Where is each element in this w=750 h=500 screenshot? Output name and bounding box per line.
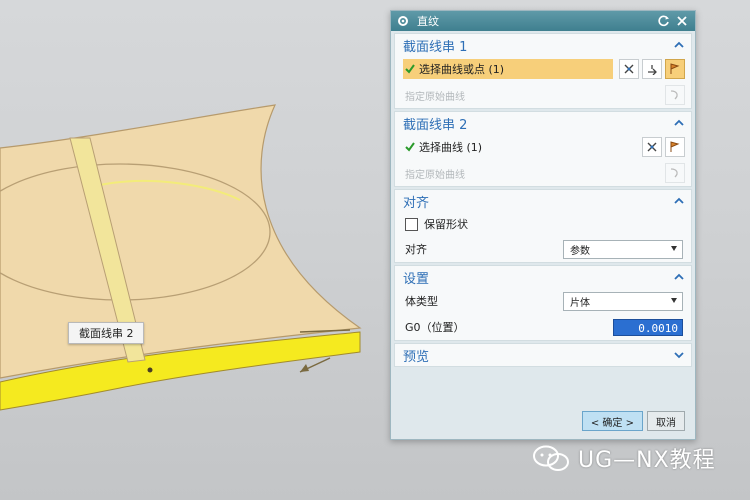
watermark: UG—NX教程	[532, 443, 716, 473]
chevron-up-icon[interactable]	[673, 117, 685, 129]
align-label: 对齐	[405, 243, 427, 256]
body-type-value: 片体	[570, 297, 590, 309]
cancel-button[interactable]: 取消	[647, 411, 685, 431]
section-title: 截面线串 1	[403, 39, 468, 55]
section-header[interactable]: 预览	[395, 344, 691, 366]
curve-rule-icon	[624, 64, 634, 74]
chevron-up-icon[interactable]	[673, 271, 685, 283]
g0-label: G0（位置）	[405, 321, 465, 334]
checkmark-icon	[405, 64, 415, 74]
section-title: 设置	[403, 271, 430, 287]
ruled-dialog: 直纹 截面线串 1 选择曲线或点 (1) 指定原始曲线 截面线串 2 选择曲线 …	[390, 10, 696, 440]
flag-icon	[670, 63, 680, 74]
origin-curve-button[interactable]	[665, 163, 685, 183]
dropdown-arrow-icon	[671, 245, 677, 251]
reset-icon[interactable]	[657, 14, 671, 28]
specify-origin-row[interactable]: 指定原始曲线	[395, 82, 691, 108]
watermark-text: UG—NX教程	[578, 448, 716, 473]
dialog-titlebar[interactable]: 直纹	[391, 11, 695, 31]
chevron-down-icon[interactable]	[673, 349, 685, 361]
curve-rule-icon	[647, 142, 657, 152]
origin-curve-icon	[670, 168, 678, 178]
section-header[interactable]: 对齐	[395, 190, 691, 212]
point-dialog-button[interactable]	[665, 59, 685, 79]
section-settings: 设置 体类型 片体 G0（位置） 0.0010	[394, 265, 692, 341]
section-preview: 预览	[394, 343, 692, 367]
origin-curve-icon	[670, 90, 678, 100]
curve-rule-button[interactable]	[642, 137, 662, 157]
section-title: 预览	[403, 349, 430, 365]
g0-tolerance-row: G0（位置） 0.0010	[395, 314, 691, 340]
checkmark-icon	[405, 142, 415, 152]
flag-icon	[670, 141, 680, 152]
section-string-2: 截面线串 2 选择曲线 (1) 指定原始曲线	[394, 111, 692, 187]
curve-rule-button[interactable]	[619, 59, 639, 79]
reverse-direction-button[interactable]	[642, 59, 662, 79]
select-curve-row[interactable]: 选择曲线或点 (1)	[395, 56, 691, 82]
body-type-label: 体类型	[405, 295, 438, 308]
viewport-label: 截面线串 2	[68, 322, 144, 344]
preserve-shape-checkbox[interactable]	[405, 217, 418, 231]
gear-icon	[398, 16, 408, 26]
select-curve-row[interactable]: 选择曲线 (1)	[395, 134, 691, 160]
specify-origin-row[interactable]: 指定原始曲线	[395, 160, 691, 186]
section-title: 对齐	[403, 195, 430, 211]
dialog-footer: < 确定 > 取消	[391, 403, 695, 439]
select-curve-label: 选择曲线 (1)	[419, 141, 483, 154]
body-type-row: 体类型 片体	[395, 288, 691, 314]
section-header[interactable]: 截面线串 1	[395, 34, 691, 56]
close-icon[interactable]	[675, 14, 689, 28]
chevron-up-icon[interactable]	[673, 195, 685, 207]
body-type-select[interactable]: 片体	[563, 291, 683, 311]
dialog-title: 直纹	[417, 15, 439, 28]
reverse-icon	[648, 65, 657, 75]
section-header[interactable]: 截面线串 2	[395, 112, 691, 134]
section-title: 截面线串 2	[403, 117, 468, 133]
section-header[interactable]: 设置	[395, 266, 691, 288]
preserve-shape-row[interactable]: 保留形状	[395, 212, 691, 236]
chevron-up-icon[interactable]	[673, 39, 685, 51]
section-alignment: 对齐 保留形状 对齐 参数	[394, 189, 692, 263]
preserve-shape-label: 保留形状	[424, 218, 468, 231]
specify-origin-label: 指定原始曲线	[405, 91, 465, 103]
select-curve-label: 选择曲线或点 (1)	[419, 63, 505, 76]
ok-button[interactable]: < 确定 >	[581, 411, 643, 431]
point-dialog-button[interactable]	[665, 137, 685, 157]
wechat-icon	[533, 445, 569, 471]
dropdown-arrow-icon	[671, 297, 677, 303]
origin-curve-button[interactable]	[665, 85, 685, 105]
align-value: 参数	[570, 245, 590, 257]
section-string-1: 截面线串 1 选择曲线或点 (1) 指定原始曲线	[394, 33, 692, 109]
g0-tolerance-input[interactable]: 0.0010	[613, 318, 683, 336]
align-select[interactable]: 参数	[563, 239, 683, 259]
specify-origin-label: 指定原始曲线	[405, 169, 465, 181]
align-row: 对齐 参数	[395, 236, 691, 262]
